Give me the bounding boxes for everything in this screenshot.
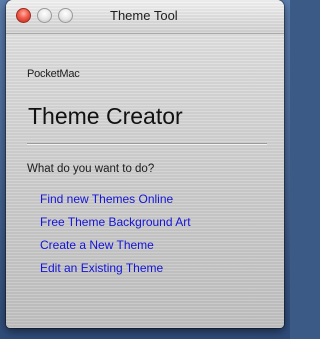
app-title: Theme Creator bbox=[28, 103, 183, 129]
desktop-background: Theme Tool PocketMac Theme Creator What … bbox=[0, 0, 290, 339]
close-icon[interactable] bbox=[16, 8, 31, 23]
list-item: Create a New Theme bbox=[40, 232, 191, 255]
find-new-themes-link[interactable]: Find new Themes Online bbox=[40, 192, 173, 206]
prompt-label: What do you want to do? bbox=[27, 163, 155, 175]
minimize-icon[interactable] bbox=[37, 8, 52, 23]
edit-existing-theme-link[interactable]: Edit an Existing Theme bbox=[40, 261, 163, 275]
create-new-theme-link[interactable]: Create a New Theme bbox=[40, 238, 154, 252]
window-titlebar[interactable]: Theme Tool bbox=[6, 0, 284, 34]
free-background-art-link[interactable]: Free Theme Background Art bbox=[40, 215, 191, 229]
list-item: Edit an Existing Theme bbox=[40, 255, 191, 278]
list-item: Find new Themes Online bbox=[40, 186, 191, 209]
zoom-icon[interactable] bbox=[58, 8, 73, 23]
vendor-label: PocketMac bbox=[27, 68, 80, 80]
divider bbox=[27, 143, 267, 145]
theme-tool-window: Theme Tool PocketMac Theme Creator What … bbox=[6, 0, 284, 328]
list-item: Free Theme Background Art bbox=[40, 209, 191, 232]
action-list: Find new Themes Online Free Theme Backgr… bbox=[40, 186, 191, 278]
window-title: Theme Tool bbox=[110, 8, 178, 23]
